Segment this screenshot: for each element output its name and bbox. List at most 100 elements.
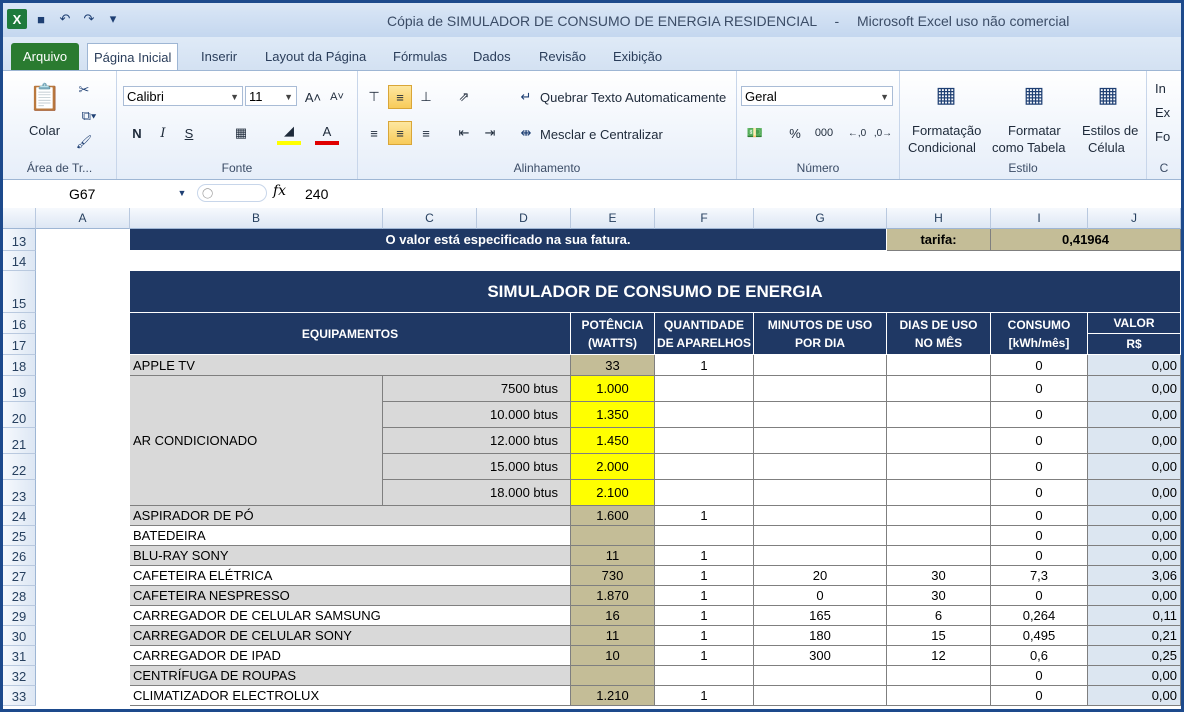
wrap-text-button[interactable]: Quebrar Texto Automaticamente [540, 90, 726, 105]
align-middle-icon[interactable]: ≡ [388, 85, 412, 109]
row-header-16[interactable]: 16 [3, 313, 36, 334]
format-as-table-icon[interactable]: ▦ [1018, 79, 1050, 111]
italic-button[interactable]: I [151, 121, 175, 145]
quantidade-cell[interactable] [655, 402, 754, 428]
minutos-cell[interactable] [754, 506, 887, 526]
font-name-select[interactable]: Calibri ▼ [123, 86, 243, 106]
decrease-decimal-icon[interactable]: ,0→ [871, 121, 895, 145]
underline-button[interactable]: S [177, 121, 201, 145]
dias-cell[interactable]: 12 [887, 646, 991, 666]
conditional-formatting-icon[interactable]: ▦ [930, 79, 962, 111]
quantidade-cell[interactable] [655, 454, 754, 480]
row-header-13[interactable]: 13 [3, 229, 36, 251]
dias-cell[interactable] [887, 526, 991, 546]
cell-styles-label-2[interactable]: Célula [1088, 140, 1125, 155]
quantidade-cell[interactable] [655, 428, 754, 454]
tab-insert[interactable]: Inserir [195, 43, 243, 71]
quantidade-cell[interactable] [655, 480, 754, 506]
increase-decimal-icon[interactable]: ←,0 [845, 121, 869, 145]
borders-icon[interactable]: ▦ [229, 121, 253, 145]
row-header-27[interactable]: 27 [3, 566, 36, 586]
dias-cell[interactable] [887, 480, 991, 506]
quantidade-cell[interactable]: 1 [655, 546, 754, 566]
quantidade-cell[interactable]: 1 [655, 686, 754, 706]
quantidade-cell[interactable] [655, 666, 754, 686]
row-header-14[interactable]: 14 [3, 251, 36, 271]
copy-icon[interactable]: ⧉▾ [73, 105, 105, 127]
cell-styles-label-1[interactable]: Estilos de [1082, 123, 1138, 138]
minutos-cell[interactable] [754, 454, 887, 480]
minutos-cell[interactable] [754, 666, 887, 686]
grow-font-icon[interactable]: A˄ [301, 85, 325, 109]
minutos-cell[interactable]: 0 [754, 586, 887, 606]
percent-button[interactable]: % [783, 121, 807, 145]
row-header-20[interactable]: 20 [3, 402, 36, 428]
orientation-icon[interactable]: ⇗ [452, 85, 476, 109]
align-top-icon[interactable]: ⊤ [362, 85, 386, 109]
tab-data[interactable]: Dados [467, 43, 517, 71]
column-header-c[interactable]: C [383, 208, 477, 229]
row-header-25[interactable]: 25 [3, 526, 36, 546]
tarifa-value-cell[interactable]: 0,41964 [991, 229, 1181, 251]
minutos-cell[interactable]: 20 [754, 566, 887, 586]
dias-cell[interactable] [887, 454, 991, 480]
fill-color-icon[interactable]: ◢ [277, 121, 301, 145]
minutos-cell[interactable] [754, 402, 887, 428]
potencia-cell[interactable]: 16 [571, 606, 655, 626]
column-header-e[interactable]: E [571, 208, 655, 229]
conditional-formatting-label-2[interactable]: Condicional [908, 140, 976, 155]
minutos-cell[interactable] [754, 686, 887, 706]
delete-cells-button[interactable]: Ex [1155, 105, 1170, 120]
quantidade-cell[interactable]: 1 [655, 626, 754, 646]
potencia-cell[interactable]: 1.450 [571, 428, 655, 454]
row-header-19[interactable]: 19 [3, 376, 36, 402]
dias-cell[interactable] [887, 376, 991, 402]
tab-page-layout[interactable]: Layout da Página [259, 43, 372, 71]
customize-qat-icon[interactable]: ▾ [103, 9, 123, 29]
row-header-32[interactable]: 32 [3, 666, 36, 686]
format-as-table-label-1[interactable]: Formatar [1008, 123, 1061, 138]
merge-center-button[interactable]: Mesclar e Centralizar [540, 127, 663, 142]
save-icon[interactable]: ■ [31, 9, 51, 29]
column-header-h[interactable]: H [887, 208, 991, 229]
bold-button[interactable]: N [125, 121, 149, 145]
row-header-18[interactable]: 18 [3, 355, 36, 376]
dias-cell[interactable] [887, 402, 991, 428]
dias-cell[interactable]: 30 [887, 586, 991, 606]
dias-cell[interactable]: 30 [887, 566, 991, 586]
formula-input[interactable]: 240 [305, 183, 328, 205]
dias-cell[interactable] [887, 355, 991, 376]
conditional-formatting-label-1[interactable]: Formatação [912, 123, 981, 138]
align-right-icon[interactable]: ≡ [414, 121, 438, 145]
dias-cell[interactable] [887, 546, 991, 566]
tab-home[interactable]: Página Inicial [87, 43, 179, 72]
row-header-24[interactable]: 24 [3, 506, 36, 526]
merge-center-icon[interactable]: ⇼ [516, 123, 536, 143]
potencia-cell[interactable]: 10 [571, 646, 655, 666]
row-header-21[interactable]: 21 [3, 428, 36, 454]
row-header-31[interactable]: 31 [3, 646, 36, 666]
minutos-cell[interactable]: 180 [754, 626, 887, 646]
cut-icon[interactable]: ✂ [73, 79, 95, 101]
dias-cell[interactable] [887, 506, 991, 526]
minutos-cell[interactable] [754, 546, 887, 566]
row-header-28[interactable]: 28 [3, 586, 36, 606]
dias-cell[interactable]: 15 [887, 626, 991, 646]
column-header-b[interactable]: B [130, 208, 383, 229]
row-header-15[interactable]: 15 [3, 271, 36, 313]
dias-cell[interactable] [887, 428, 991, 454]
quantidade-cell[interactable]: 1 [655, 606, 754, 626]
align-bottom-icon[interactable]: ⊥ [414, 85, 438, 109]
tab-formulas[interactable]: Fórmulas [387, 43, 453, 71]
dias-cell[interactable] [887, 666, 991, 686]
potencia-cell[interactable]: 1.870 [571, 586, 655, 606]
potencia-cell[interactable]: 1.350 [571, 402, 655, 428]
minutos-cell[interactable] [754, 526, 887, 546]
insert-cells-button[interactable]: In [1155, 81, 1166, 96]
chevron-down-icon[interactable]: ▼ [175, 186, 189, 200]
format-as-table-label-2[interactable]: como Tabela [992, 140, 1065, 155]
wrap-text-icon[interactable]: ↵ [516, 87, 536, 107]
tab-review[interactable]: Revisão [533, 43, 592, 71]
column-header-g[interactable]: G [754, 208, 887, 229]
tab-file[interactable]: Arquivo [11, 43, 80, 71]
